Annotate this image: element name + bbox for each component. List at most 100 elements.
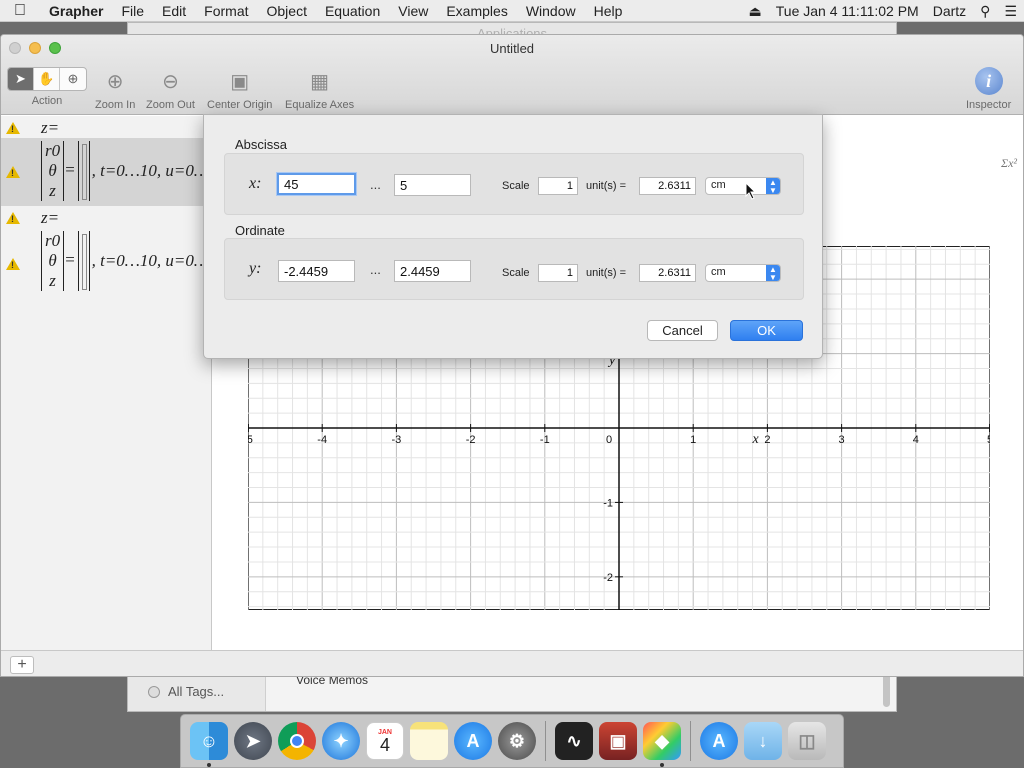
y-max-field[interactable] (394, 260, 471, 282)
add-equation-button[interactable]: + (10, 656, 34, 674)
title-bar: Untitled ➤ ✋ ⊕ Action ⊕ Zoom In ⊖ Zoom O… (1, 35, 1023, 115)
matrix-cell: r0 (45, 231, 61, 250)
cancel-button[interactable]: Cancel (647, 320, 718, 341)
equation-matrix: r0 θ z=, t=0…10, u=0… (41, 231, 209, 291)
warning-icon (6, 258, 20, 270)
photo-booth-icon[interactable]: ▣ (599, 722, 637, 760)
y-unit-popup[interactable]: cm ▲ ▼ (705, 264, 781, 282)
notification-center-icon[interactable]: ☰ (997, 3, 1024, 20)
scale-label: Scale (502, 267, 530, 279)
empty-matrix-placeholder[interactable] (77, 231, 90, 291)
equalize-axes-label: Equalize Axes (285, 99, 355, 111)
center-origin-button[interactable]: ▣ Center Origin (207, 67, 273, 112)
menu-user[interactable]: Dartz (926, 3, 973, 19)
menu-equation[interactable]: Equation (316, 0, 389, 22)
menu-window[interactable]: Window (517, 0, 585, 22)
y-min-field[interactable] (278, 260, 355, 282)
zoom-in-button[interactable]: ⊕ Zoom In (95, 67, 136, 112)
menu-app-grapher[interactable]: Grapher (40, 0, 112, 22)
x-length-field[interactable] (639, 177, 696, 195)
x-max-field[interactable] (394, 174, 471, 196)
x-tick-label: -5 (248, 434, 253, 446)
equation-text: z= (41, 118, 60, 137)
y-tick-label: -2 (603, 572, 613, 584)
app-store-icon[interactable]: A (454, 722, 492, 760)
menu-object[interactable]: Object (258, 0, 316, 22)
y-tick-label: -1 (603, 497, 613, 509)
zoom-out-button[interactable]: ⊖ Zoom Out (146, 67, 195, 112)
scrollbar[interactable] (883, 673, 890, 707)
hand-tool-icon[interactable]: ✋ (34, 68, 60, 90)
safari-compass-icon[interactable]: ✦ (322, 722, 360, 760)
apple-logo-icon[interactable]:  (0, 2, 40, 20)
equation-row-selected[interactable]: r0θz=, t=0…10, u=0… (1, 138, 212, 206)
x-tick-label: -2 (466, 434, 476, 446)
equation-tail: , t=0…10, u=0… (91, 161, 210, 180)
warning-icon (6, 166, 20, 178)
y-unit-value: cm (711, 266, 726, 278)
calendar-day: 4 (379, 734, 390, 755)
range-separator: ... (370, 177, 381, 192)
equation-row[interactable]: r0θz=, t=0…10, u=0… (1, 228, 212, 296)
zoom-out-icon: ⊖ (162, 70, 179, 93)
ordinate-title: Ordinate (235, 223, 285, 238)
dock: ☺ ➤ ✦ JAN 4 A ⚙ ∿ ▣ ◆ A ↓ ◫ (180, 714, 844, 768)
matrix-cell: θ (48, 251, 57, 270)
x-unit-popup[interactable]: cm ▲ ▼ (705, 177, 781, 195)
menu-format[interactable]: Format (195, 0, 257, 22)
menu-help[interactable]: Help (585, 0, 632, 22)
dock-separator (545, 721, 546, 761)
matrix-cell: r0 (45, 141, 61, 160)
grapher-icon[interactable]: ◆ (643, 722, 681, 767)
app-store-folder-icon[interactable]: A (700, 722, 738, 760)
x-scale-field[interactable] (538, 177, 578, 195)
window-footer: + (1, 650, 1023, 676)
chrome-icon[interactable] (278, 722, 316, 760)
launchpad-rocket-icon[interactable]: ➤ (234, 722, 272, 760)
system-preferences-gear-icon[interactable]: ⚙ (498, 722, 536, 760)
menu-edit[interactable]: Edit (153, 0, 195, 22)
inspector-button[interactable]: i Inspector (966, 67, 1011, 111)
equation-row[interactable]: z= (1, 206, 212, 228)
activity-monitor-icon[interactable]: ∿ (555, 722, 593, 760)
warning-icon (6, 122, 20, 134)
menu-view[interactable]: View (389, 0, 437, 22)
equation-text: z= (41, 208, 60, 227)
magnify-tool-icon[interactable]: ⊕ (60, 68, 86, 90)
x-tick-label: -3 (392, 434, 402, 446)
y-length-field[interactable] (639, 264, 696, 282)
menu-clock[interactable]: Tue Jan 4 11:11:02 PM (769, 3, 926, 19)
equation-row[interactable]: z= (1, 116, 212, 138)
x-tick-label: -1 (540, 434, 550, 446)
y-scale-field[interactable] (538, 264, 578, 282)
center-origin-label: Center Origin (207, 99, 273, 111)
calendar-icon[interactable]: JAN 4 (366, 722, 404, 760)
x-min-field[interactable] (277, 173, 356, 195)
inspector-label: Inspector (966, 99, 1012, 111)
sidebar-item-all-tags[interactable]: All Tags... (148, 684, 224, 699)
ok-button[interactable]: OK (730, 320, 803, 341)
range-separator: ... (370, 262, 381, 277)
eject-icon[interactable]: ⏏ (742, 3, 769, 20)
matrix-cell: z (49, 181, 56, 200)
spotlight-search-icon[interactable]: ⚲ (973, 3, 997, 20)
empty-matrix-placeholder[interactable] (77, 141, 90, 201)
trash-icon[interactable]: ◫ (788, 722, 826, 760)
running-indicator (207, 763, 211, 767)
menu-file[interactable]: File (112, 0, 153, 22)
pointer-tool-icon[interactable]: ➤ (8, 68, 34, 90)
equalize-axes-button[interactable]: ▦ Equalize Axes (285, 67, 355, 112)
equalize-axes-icon: ▦ (310, 70, 329, 93)
finder-icon[interactable]: ☺ (190, 722, 228, 767)
x-tick-label: 5 (987, 434, 990, 446)
ordinate-box: y: ... Scale unit(s) = cm ▲▼ (224, 238, 804, 300)
popup-arrows-icon: ▲ ▼ (766, 265, 780, 282)
equation-format-icon[interactable]: Σx² (1001, 156, 1017, 171)
dock-separator (690, 721, 691, 761)
x-axis-label: x: (249, 175, 262, 192)
abscissa-box: x: ... Scale unit(s) = cm ▲▼ (224, 153, 804, 215)
notes-icon[interactable] (410, 722, 448, 760)
zoom-in-label: Zoom In (95, 99, 136, 111)
menu-examples[interactable]: Examples (437, 0, 516, 22)
downloads-folder-icon[interactable]: ↓ (744, 722, 782, 760)
